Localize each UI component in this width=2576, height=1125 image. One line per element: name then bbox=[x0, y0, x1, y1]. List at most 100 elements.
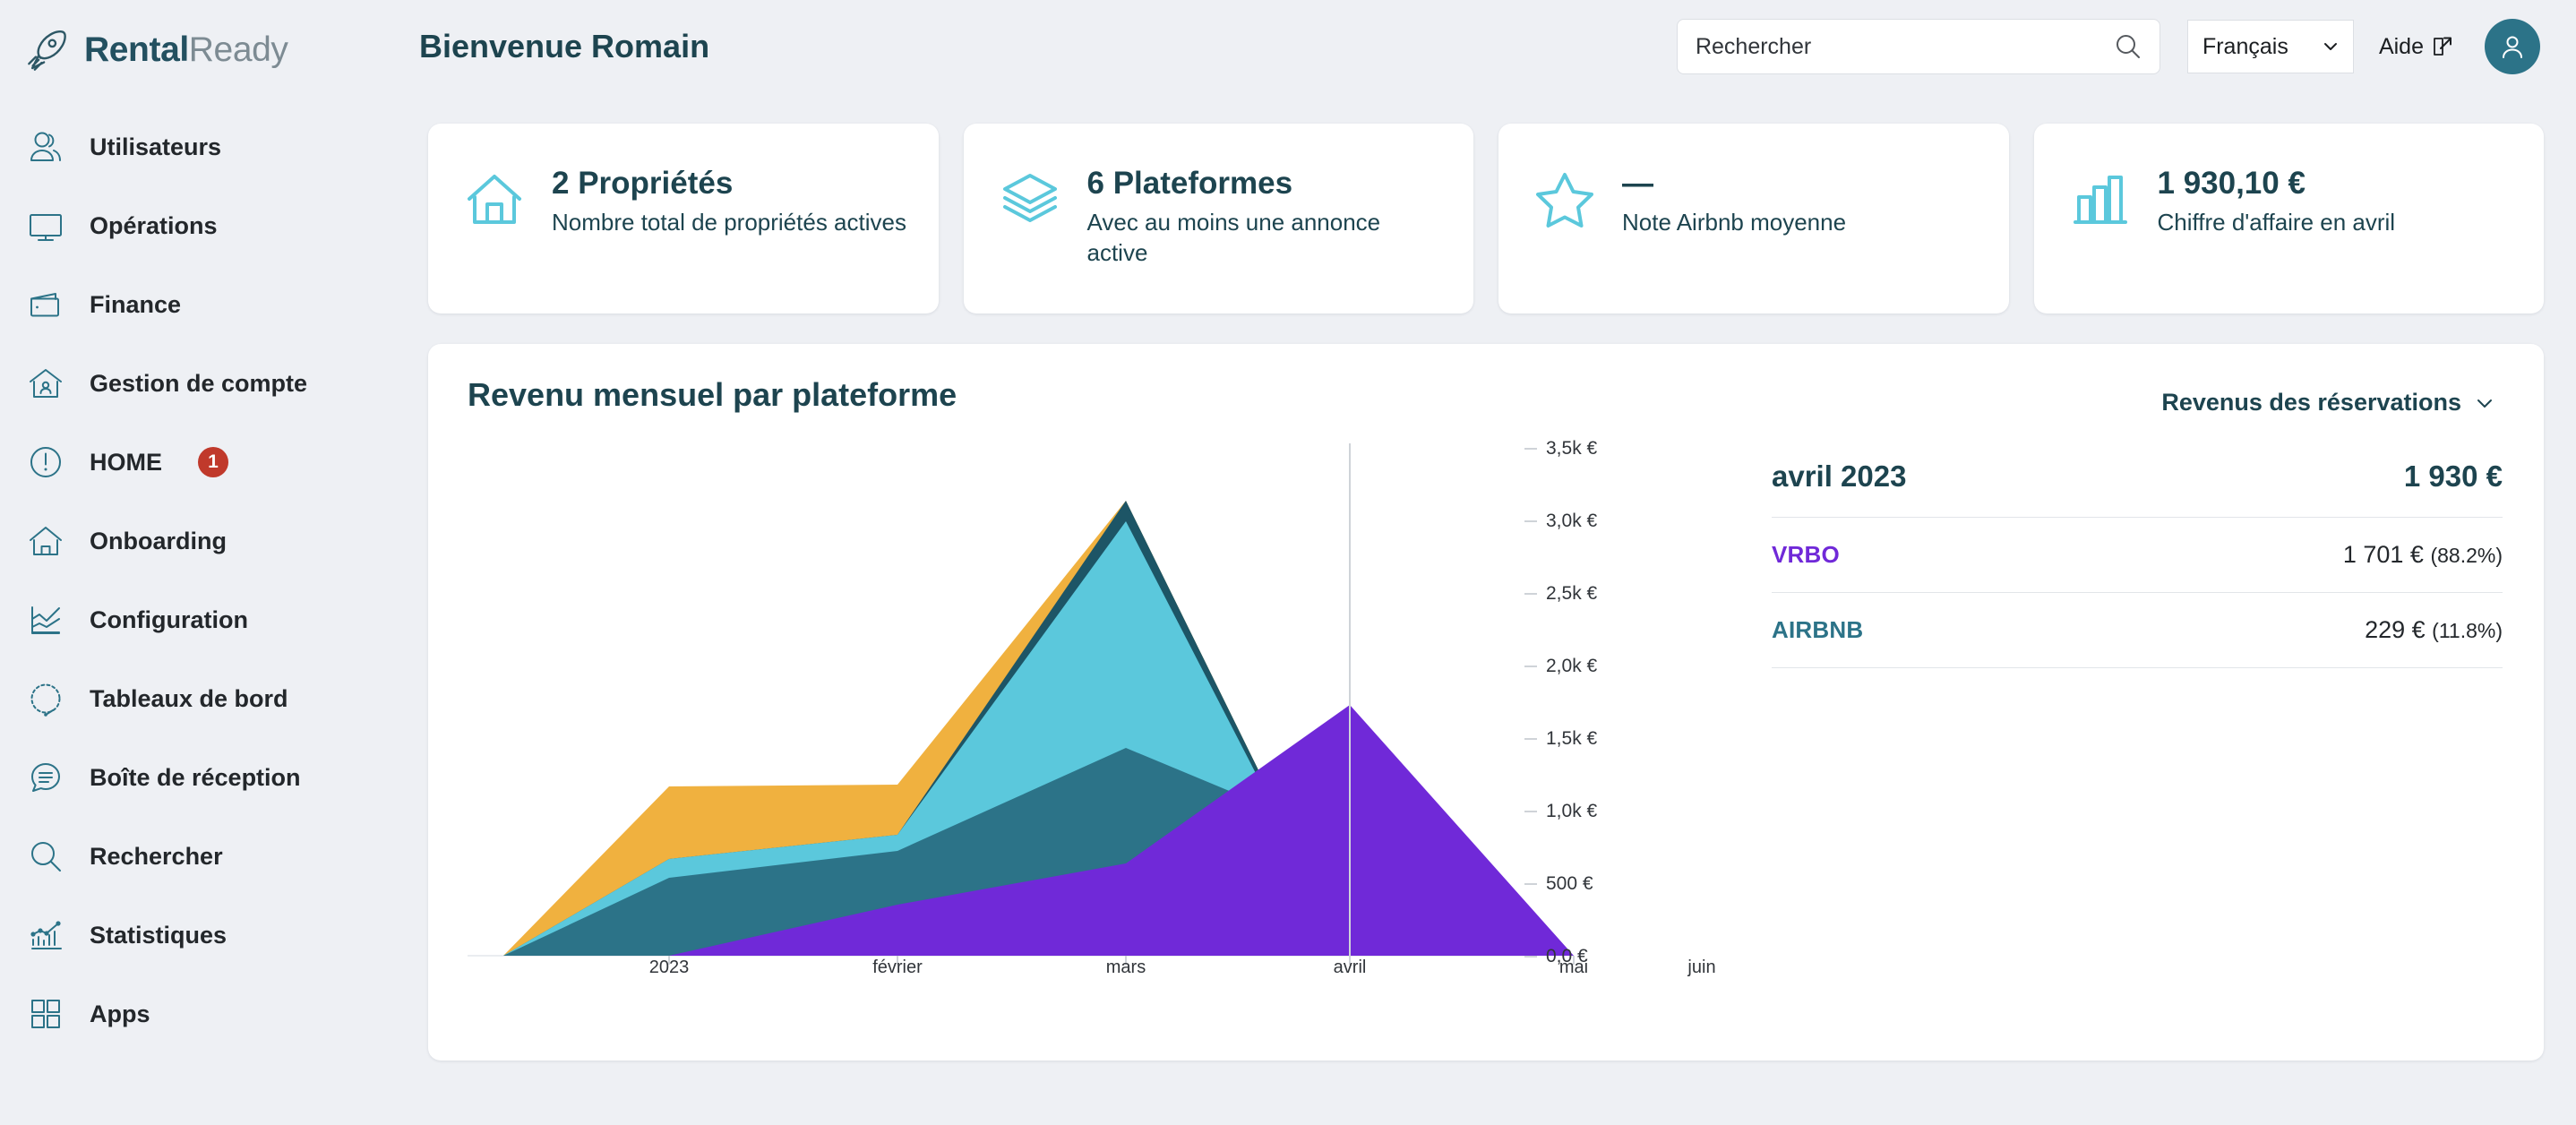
breakdown-percent: (88.2%) bbox=[2430, 544, 2503, 567]
sidebar-item-label: Statistiques bbox=[90, 921, 228, 949]
avatar[interactable] bbox=[2485, 19, 2540, 74]
stat-card-rating[interactable]: — Note Airbnb moyenne bbox=[1498, 124, 2009, 313]
stat-card-text: 2 Propriétés Nombre total de propriétés … bbox=[552, 166, 906, 237]
search-icon[interactable] bbox=[2113, 31, 2143, 62]
y-tick-label: 1,5k € bbox=[1546, 728, 1598, 749]
star-icon bbox=[1533, 167, 1597, 231]
y-tick-label: 500 € bbox=[1546, 873, 1593, 894]
breakdown-row-vrbo[interactable]: VRBO 1 701 € (88.2%) bbox=[1772, 517, 2503, 592]
x-tick-label: février bbox=[872, 958, 923, 977]
stat-cards: 2 Propriétés Nombre total de propriétés … bbox=[394, 93, 2576, 313]
search-input[interactable] bbox=[1695, 33, 2113, 60]
revenue-type-value: Revenus des réservations bbox=[2161, 389, 2461, 416]
y-tick: 3,5k € bbox=[1524, 438, 1597, 459]
page-title: Bienvenue Romain bbox=[419, 28, 710, 64]
breakdown-total: 1 930 € bbox=[2403, 459, 2503, 493]
sidebar-item-boite-de-reception[interactable]: Boîte de réception bbox=[0, 738, 394, 817]
sidebar-item-label: Opérations bbox=[90, 211, 218, 239]
y-tick: 2,5k € bbox=[1524, 583, 1597, 605]
tick-dash bbox=[1524, 520, 1537, 522]
sidebar-item-operations[interactable]: Opérations bbox=[0, 186, 394, 265]
app-root: RentalReady Utilisateurs Opérations Fina… bbox=[0, 0, 2576, 1125]
breakdown-platform: VRBO bbox=[1772, 541, 1840, 568]
help-label: Aide bbox=[2378, 33, 2424, 59]
stat-card-value: 1 930,10 € bbox=[2157, 166, 2306, 201]
search-box[interactable] bbox=[1676, 19, 2160, 74]
x-tick-label: juin bbox=[1687, 958, 1716, 977]
y-tick-label: 3,0k € bbox=[1546, 511, 1598, 531]
y-tick: 1,0k € bbox=[1524, 801, 1597, 822]
breakdown-amount-value: 229 € bbox=[2365, 616, 2426, 643]
brand-logo[interactable]: RentalReady bbox=[0, 20, 394, 73]
sidebar-item-label: Gestion de compte bbox=[90, 369, 308, 397]
tick-dash bbox=[1524, 738, 1537, 740]
x-tick-label: 2023 bbox=[648, 958, 690, 977]
y-tick-label: 3,5k € bbox=[1546, 438, 1598, 459]
chat-icon bbox=[25, 757, 66, 798]
breakdown-percent: (11.8%) bbox=[2432, 619, 2503, 642]
home-icon bbox=[462, 167, 527, 231]
tick-dash bbox=[1524, 593, 1537, 595]
breakdown-platform: AIRBNB bbox=[1772, 616, 1864, 643]
sidebar-item-onboarding[interactable]: Onboarding bbox=[0, 502, 394, 580]
sidebar-item-rechercher[interactable]: Rechercher bbox=[0, 817, 394, 896]
sidebar-item-tableaux-de-bord[interactable]: Tableaux de bord bbox=[0, 659, 394, 738]
revenue-type-dropdown[interactable]: Revenus des réservations bbox=[2161, 389, 2495, 417]
sidebar-item-label: Rechercher bbox=[90, 842, 223, 870]
stat-card-revenue[interactable]: 1 930,10 € Chiffre d'affaire en avril bbox=[2033, 124, 2544, 313]
breakdown-header: avril 2023 1 930 € bbox=[1772, 459, 2503, 517]
chart-x-axis: 2023 février mars avril mai juin bbox=[468, 958, 1739, 993]
sidebar-item-home[interactable]: HOME 1 bbox=[0, 423, 394, 502]
grid-icon bbox=[25, 993, 66, 1035]
x-tick-label: avril bbox=[1333, 958, 1367, 977]
sidebar-item-finance[interactable]: Finance bbox=[0, 265, 394, 344]
tick-dash bbox=[1524, 666, 1537, 667]
stat-card-subtitle: Note Airbnb moyenne bbox=[1622, 208, 1847, 236]
y-tick-label: 2,0k € bbox=[1546, 656, 1598, 676]
sidebar: RentalReady Utilisateurs Opérations Fina… bbox=[0, 0, 394, 1125]
tick-dash bbox=[1524, 448, 1537, 450]
alert-circle-icon bbox=[25, 442, 66, 483]
sidebar-item-label: Boîte de réception bbox=[90, 763, 301, 791]
language-select[interactable]: Français bbox=[2186, 20, 2354, 73]
help-link[interactable]: Aide bbox=[2379, 34, 2454, 60]
topbar-actions: Français Aide bbox=[1676, 19, 2540, 74]
stat-card-platforms[interactable]: 6 Plateformes Avec au moins une annonce … bbox=[963, 124, 1473, 313]
stat-card-text: — Note Airbnb moyenne bbox=[1622, 166, 1847, 237]
bar-chart-icon bbox=[2068, 167, 2133, 231]
sidebar-item-configuration[interactable]: Configuration bbox=[0, 580, 394, 659]
y-tick: 1,5k € bbox=[1524, 728, 1597, 750]
chart-y-axis: 3,5k € 3,0k € 2,5k € 2,0k € 1,5k € 1,0k … bbox=[1524, 436, 1704, 966]
search-icon bbox=[25, 836, 66, 877]
revenue-panel: Revenu mensuel par plateforme Revenus de… bbox=[428, 344, 2544, 1061]
stat-card-subtitle: Nombre total de propriétés actives bbox=[552, 208, 906, 236]
stat-card-properties[interactable]: 2 Propriétés Nombre total de propriétés … bbox=[428, 124, 939, 313]
sidebar-item-statistiques[interactable]: Statistiques bbox=[0, 896, 394, 975]
stat-card-value: — bbox=[1622, 166, 1653, 201]
panel-body: 3,5k € 3,0k € 2,5k € 2,0k € 1,5k € 1,0k … bbox=[468, 436, 2508, 992]
users-icon bbox=[25, 126, 66, 167]
gauge-icon bbox=[25, 678, 66, 719]
rocket-icon bbox=[25, 27, 72, 73]
chevron-down-icon bbox=[2474, 392, 2495, 414]
y-tick-label: 2,5k € bbox=[1546, 583, 1598, 604]
revenue-area-chart[interactable]: 3,5k € 3,0k € 2,5k € 2,0k € 1,5k € 1,0k … bbox=[468, 436, 1739, 992]
tick-dash bbox=[1524, 811, 1537, 812]
sidebar-item-apps[interactable]: Apps bbox=[0, 975, 394, 1053]
breakdown-amount: 1 701 € (88.2%) bbox=[2343, 541, 2503, 569]
sidebar-item-gestion-de-compte[interactable]: Gestion de compte bbox=[0, 344, 394, 423]
main-content: Bienvenue Romain Français bbox=[394, 0, 2576, 1125]
sidebar-item-utilisateurs[interactable]: Utilisateurs bbox=[0, 107, 394, 186]
layers-icon bbox=[998, 167, 1062, 231]
sidebar-item-label: HOME bbox=[90, 448, 162, 476]
chart-area-icon bbox=[25, 599, 66, 640]
breakdown-row-airbnb[interactable]: AIRBNB 229 € (11.8%) bbox=[1772, 592, 2503, 667]
revenue-breakdown: avril 2023 1 930 € VRBO 1 701 € (88.2%) … bbox=[1739, 436, 2508, 992]
sidebar-item-label: Finance bbox=[90, 290, 182, 318]
stat-card-value: 6 Plateformes bbox=[1086, 166, 1293, 201]
external-link-icon bbox=[2431, 35, 2454, 58]
y-tick-label: 1,0k € bbox=[1546, 801, 1598, 821]
home-icon bbox=[25, 520, 66, 562]
stats-icon bbox=[25, 915, 66, 956]
panel-header: Revenu mensuel par plateforme Revenus de… bbox=[468, 376, 2508, 417]
